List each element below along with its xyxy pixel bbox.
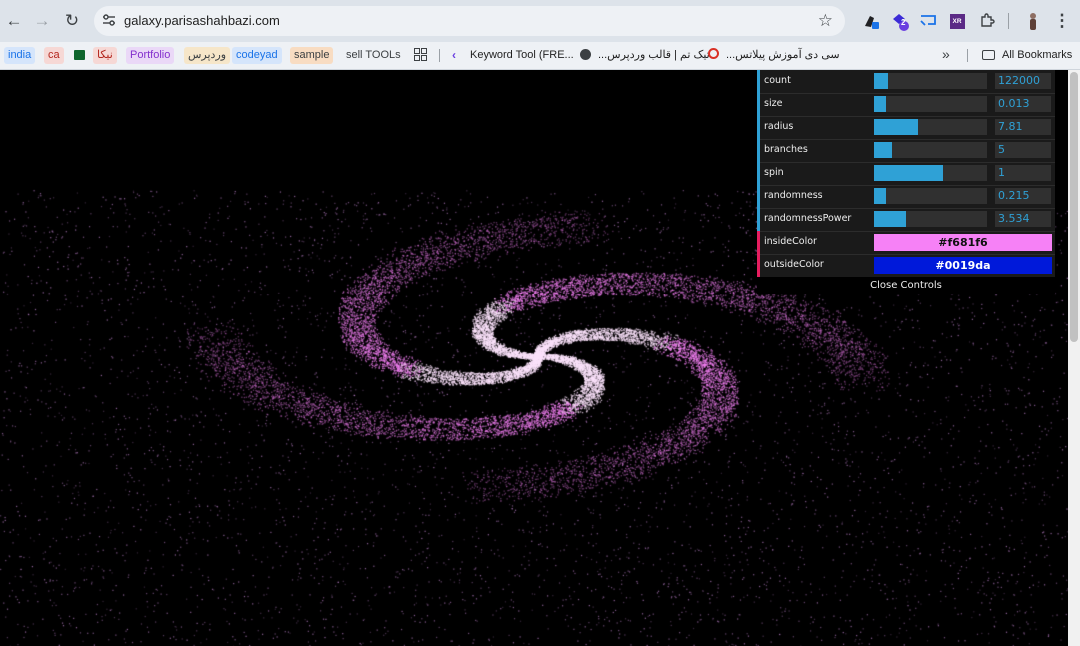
row-accent [757, 93, 760, 116]
bookmark-pilates[interactable]: سی دی آموزش پیلاتس... [722, 47, 844, 64]
more-bookmarks-icon[interactable]: » [942, 46, 950, 62]
count-input[interactable]: 122000 [995, 73, 1051, 89]
slider-fill [874, 119, 919, 135]
row-accent [757, 116, 760, 139]
control-label: insideColor [764, 236, 817, 247]
control-label: randomnessPower [764, 213, 852, 224]
control-row-size: size 0.013 [757, 93, 1055, 117]
pilates-site-icon [708, 48, 719, 59]
bookmark-india[interactable]: india [4, 47, 36, 64]
apps-grid-icon[interactable] [414, 48, 428, 62]
slider-fill [874, 142, 893, 158]
control-label: count [764, 75, 791, 86]
randomness-power-slider[interactable] [874, 211, 987, 227]
slider-fill [874, 188, 887, 204]
control-label: size [764, 98, 783, 109]
row-accent [757, 231, 760, 254]
bookmark-ticktheme[interactable]: تیک تم | قالب وردپرس... [594, 47, 714, 64]
spin-input[interactable]: 1 [995, 165, 1051, 181]
extension-badge-count: 2 [901, 18, 906, 27]
outside-color-swatch[interactable]: #0019da [874, 257, 1052, 274]
reload-icon[interactable]: ↻ [60, 9, 84, 33]
control-label: outsideColor [764, 259, 824, 270]
branches-slider[interactable] [874, 142, 987, 158]
randomness-power-input[interactable]: 3.534 [995, 211, 1051, 227]
extension-xr-icon[interactable]: XR [946, 10, 968, 32]
row-accent [757, 162, 760, 185]
inside-color-swatch[interactable]: #f681f6 [874, 234, 1052, 251]
row-accent [757, 139, 760, 162]
debug-controls-panel: count 122000 size 0.013 radius 7.81 bran… [757, 70, 1055, 294]
bookmark-portfolio[interactable]: Portfolio [126, 47, 175, 64]
url-text[interactable]: galaxy.parisashahbazi.com [124, 13, 280, 28]
profile-avatar[interactable] [1022, 10, 1044, 32]
branches-input[interactable]: 5 [995, 142, 1051, 158]
size-input[interactable]: 0.013 [995, 96, 1051, 112]
randomness-slider[interactable] [874, 188, 987, 204]
control-label: radius [764, 121, 794, 132]
extension-cleaner-icon[interactable] [860, 10, 882, 32]
radius-slider[interactable] [874, 119, 987, 135]
kebab-menu-icon[interactable]: ⋮ [1050, 9, 1074, 33]
bookmark-nika[interactable]: نیکا [93, 47, 117, 64]
keyword-tool-icon: ‹ [452, 48, 456, 62]
slider-fill [874, 96, 887, 112]
scrollbar-thumb[interactable] [1070, 72, 1078, 342]
address-bar[interactable]: galaxy.parisashahbazi.com ☆ [94, 6, 845, 36]
bookmark-keyword-tool[interactable]: Keyword Tool (FRE... [466, 47, 578, 64]
page-scrollbar[interactable] [1068, 70, 1080, 646]
slider-fill [874, 165, 943, 181]
browser-toolbar: ← → ↻ galaxy.parisashahbazi.com ☆ 2 XR ⋮ [0, 0, 1080, 42]
control-row-spin: spin 1 [757, 162, 1055, 186]
control-label: randomness [764, 190, 823, 201]
site-settings-icon[interactable] [102, 13, 116, 27]
control-label: spin [764, 167, 784, 178]
bookmarks-separator-2 [967, 49, 968, 62]
xr-label: XR [949, 13, 965, 29]
row-accent [757, 208, 760, 231]
close-controls-button[interactable]: Close Controls [757, 277, 1055, 294]
bookmark-codeyad[interactable]: codeyad [232, 47, 282, 64]
globe-icon [580, 49, 591, 60]
radius-input[interactable]: 7.81 [995, 119, 1051, 135]
forward-icon[interactable]: → [30, 9, 54, 33]
back-icon[interactable]: ← [2, 9, 26, 33]
bookmarks-bar: india ca نیکا Portfolio وردپرس codeyad s… [0, 42, 1080, 70]
extension-badge-icon[interactable]: 2 [889, 10, 911, 32]
control-label: branches [764, 144, 808, 155]
bookmark-star-icon[interactable]: ☆ [818, 11, 833, 31]
size-slider[interactable] [874, 96, 987, 112]
count-slider[interactable] [874, 73, 987, 89]
control-row-count: count 122000 [757, 70, 1055, 94]
row-accent [757, 185, 760, 208]
bookmark-sell-tools[interactable]: sell TOOLs [342, 47, 405, 64]
randomness-input[interactable]: 0.215 [995, 188, 1051, 204]
control-row-outside-color: outsideColor #0019da [757, 254, 1055, 278]
control-row-radius: radius 7.81 [757, 116, 1055, 140]
bookmark-ca[interactable]: ca [44, 47, 64, 64]
control-row-randomness-power: randomnessPower 3.534 [757, 208, 1055, 232]
bookmarks-separator [439, 49, 440, 62]
bookmark-sample[interactable]: sample [290, 47, 334, 64]
control-row-inside-color: insideColor #f681f6 [757, 231, 1055, 255]
toolbar-divider [1008, 13, 1009, 29]
control-row-randomness: randomness 0.215 [757, 185, 1055, 209]
spin-slider[interactable] [874, 165, 987, 181]
slider-fill [874, 211, 906, 227]
bookmark-wordpress[interactable]: وردپرس [184, 47, 231, 64]
folder-icon [982, 50, 995, 60]
slider-fill [874, 73, 888, 89]
puzzle-extensions-icon[interactable] [976, 10, 998, 32]
row-accent [757, 254, 760, 277]
control-row-branches: branches 5 [757, 139, 1055, 163]
all-bookmarks[interactable]: All Bookmarks [998, 47, 1076, 64]
row-accent [757, 70, 760, 93]
bookmark-green-folder[interactable] [74, 50, 85, 60]
extension-cast-icon[interactable] [917, 10, 939, 32]
